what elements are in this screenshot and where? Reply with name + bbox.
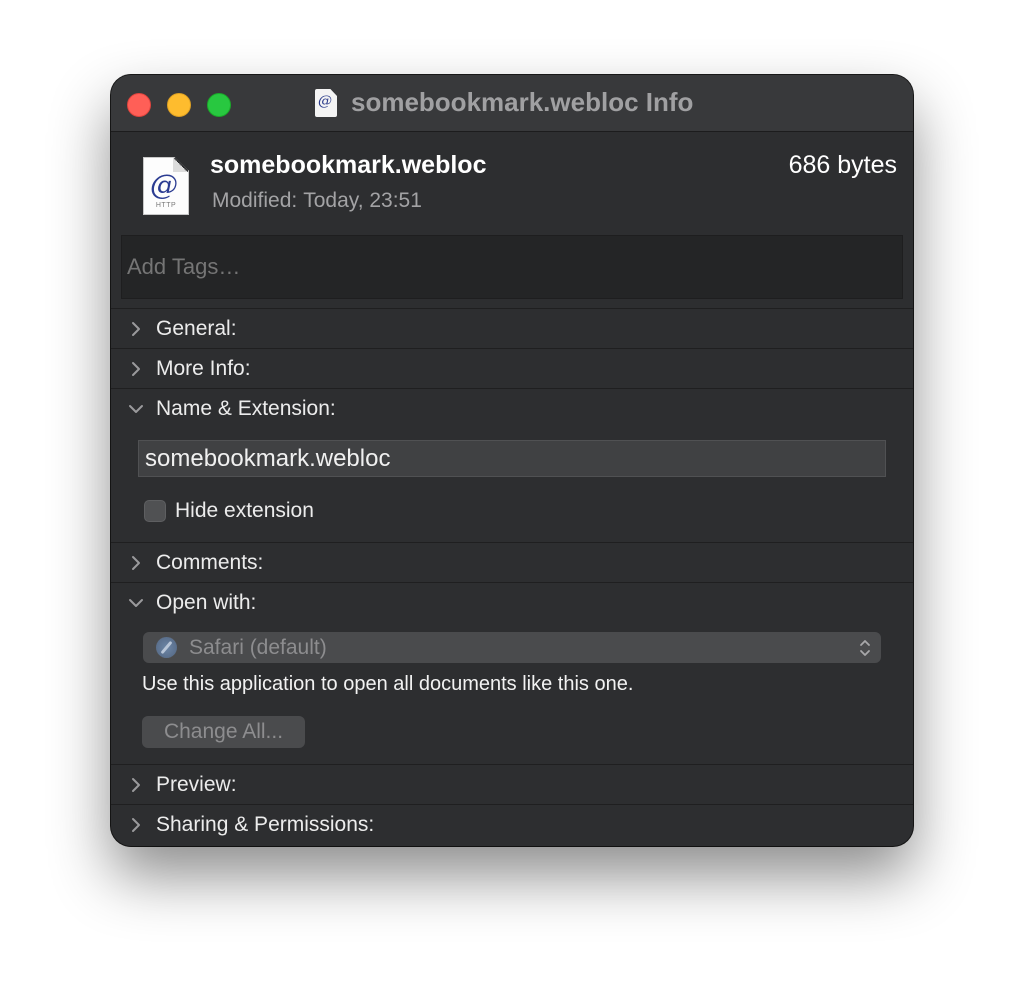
hide-extension-checkbox[interactable] xyxy=(144,500,166,522)
at-sign-glyph: @ xyxy=(318,93,332,109)
hide-extension-label: Hide extension xyxy=(175,499,314,522)
divider xyxy=(111,542,913,543)
chevron-right-icon xyxy=(132,778,140,792)
chevron-down-icon xyxy=(129,599,143,607)
chevron-right-icon xyxy=(132,818,140,832)
file-size: 686 bytes xyxy=(788,151,897,179)
section-label: More Info: xyxy=(156,357,251,380)
section-label: General: xyxy=(156,317,237,340)
change-all-button[interactable]: Change All... xyxy=(142,716,305,748)
title-bar[interactable]: @ somebookmark.webloc Info xyxy=(111,75,913,132)
section-comments[interactable]: Comments: xyxy=(127,549,263,577)
chevron-right-icon xyxy=(132,362,140,376)
selected-app: Safari (default) xyxy=(189,635,327,659)
zoom-button[interactable] xyxy=(207,93,231,117)
modified-date: Modified: Today, 23:51 xyxy=(212,189,422,213)
close-button[interactable] xyxy=(127,93,151,117)
divider xyxy=(111,582,913,583)
chevron-right-icon xyxy=(132,322,140,336)
info-window: @ somebookmark.webloc Info @ HTTP somebo… xyxy=(111,75,913,846)
at-sign-glyph: @ xyxy=(150,168,178,201)
section-label: Open with: xyxy=(156,591,257,614)
file-name: somebookmark.webloc xyxy=(210,151,487,179)
safari-icon xyxy=(156,637,177,658)
section-more-info[interactable]: More Info: xyxy=(127,355,251,383)
minimize-button[interactable] xyxy=(167,93,191,117)
section-preview[interactable]: Preview: xyxy=(127,771,237,799)
section-label: Preview: xyxy=(156,773,237,796)
section-label: Comments: xyxy=(156,551,264,574)
section-general[interactable]: General: xyxy=(127,315,237,343)
section-open-with[interactable]: Open with: xyxy=(127,589,256,617)
divider xyxy=(111,388,913,389)
hide-extension-row[interactable]: Hide extension xyxy=(144,499,314,523)
modified-value: Today, 23:51 xyxy=(303,189,422,212)
webloc-file-icon: @ xyxy=(315,89,337,117)
divider xyxy=(111,804,913,805)
up-down-arrows-icon xyxy=(860,640,870,656)
section-label: Name & Extension: xyxy=(156,397,336,420)
open-with-popup[interactable]: Safari (default) xyxy=(143,632,881,663)
chevron-down-icon xyxy=(129,405,143,413)
divider xyxy=(111,308,913,309)
open-with-help-text: Use this application to open all documen… xyxy=(142,673,634,695)
icon-caption: HTTP xyxy=(155,202,177,209)
section-label: Sharing & Permissions: xyxy=(156,813,375,836)
compass-needle xyxy=(160,640,173,655)
section-name-extension[interactable]: Name & Extension: xyxy=(127,395,336,423)
webloc-document-icon[interactable]: @ HTTP xyxy=(143,157,189,215)
name-extension-field[interactable] xyxy=(138,440,886,477)
chevron-right-icon xyxy=(132,556,140,570)
window-title: somebookmark.webloc Info xyxy=(351,87,694,117)
section-sharing-permissions[interactable]: Sharing & Permissions: xyxy=(127,811,374,839)
divider xyxy=(111,764,913,765)
divider xyxy=(111,348,913,349)
tags-input[interactable] xyxy=(121,235,903,299)
modified-label: Modified: xyxy=(212,189,298,212)
